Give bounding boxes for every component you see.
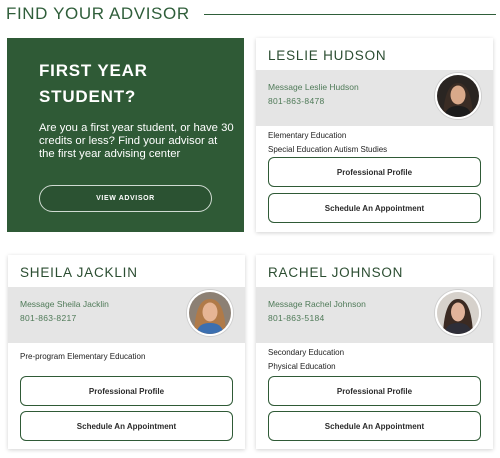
advisor-phone[interactable]: 801-863-8217 — [20, 313, 77, 323]
professional-profile-button[interactable]: Professional Profile — [268, 376, 481, 406]
section-header: FIND YOUR ADVISOR — [6, 3, 500, 25]
schedule-appointment-button[interactable]: Schedule An Appointment — [20, 411, 233, 441]
avatar — [187, 290, 233, 336]
professional-profile-button[interactable]: Professional Profile — [268, 157, 481, 187]
advisor-specialty: Special Education Autism Studies — [268, 145, 388, 154]
promo-title-line2: STUDENT? — [39, 87, 137, 106]
message-advisor-link[interactable]: Message Leslie Hudson — [268, 82, 359, 92]
advisor-contact: Message Rachel Johnson 801-863-5184 — [256, 287, 493, 343]
advisor-specialty: Pre-program Elementary Education — [20, 352, 146, 361]
message-advisor-link[interactable]: Message Sheila Jacklin — [20, 299, 109, 309]
advisor-name: RACHEL JOHNSON — [268, 265, 404, 280]
advisor-contact: Message Leslie Hudson 801-863-8478 — [256, 70, 493, 126]
promo-title-line1: FIRST YEAR — [39, 61, 148, 80]
advisor-phone[interactable]: 801-863-5184 — [268, 313, 325, 323]
professional-profile-button[interactable]: Professional Profile — [20, 376, 233, 406]
advisor-phone[interactable]: 801-863-8478 — [268, 96, 325, 106]
avatar — [435, 73, 481, 119]
header-divider — [203, 13, 496, 15]
message-advisor-link[interactable]: Message Rachel Johnson — [268, 299, 366, 309]
advisor-card-rachel-johnson: RACHEL JOHNSON Message Rachel Johnson 80… — [256, 255, 493, 449]
promo-text: Are you a first year student, or have 30… — [39, 122, 234, 160]
advisor-contact: Message Sheila Jacklin 801-863-8217 — [8, 287, 245, 343]
advisor-card-sheila-jacklin: SHEILA JACKLIN Message Sheila Jacklin 80… — [8, 255, 245, 449]
avatar — [435, 290, 481, 336]
schedule-appointment-button[interactable]: Schedule An Appointment — [268, 193, 481, 223]
first-year-promo-card: FIRST YEAR STUDENT? Are you a first year… — [7, 38, 244, 232]
advisor-name: LESLIE HUDSON — [268, 48, 387, 63]
advisor-name: SHEILA JACKLIN — [20, 265, 138, 280]
advisor-specialty: Elementary Education — [268, 131, 347, 140]
advisor-specialty: Secondary Education — [268, 348, 345, 357]
schedule-appointment-button[interactable]: Schedule An Appointment — [268, 411, 481, 441]
view-advisor-button[interactable]: VIEW ADVISOR — [39, 185, 212, 212]
section-title: FIND YOUR ADVISOR — [6, 4, 190, 23]
advisor-specialty: Physical Education — [268, 362, 336, 371]
advisor-card-leslie-hudson: LESLIE HUDSON Message Leslie Hudson 801-… — [256, 38, 493, 232]
promo-title: FIRST YEAR STUDENT? — [39, 58, 148, 110]
